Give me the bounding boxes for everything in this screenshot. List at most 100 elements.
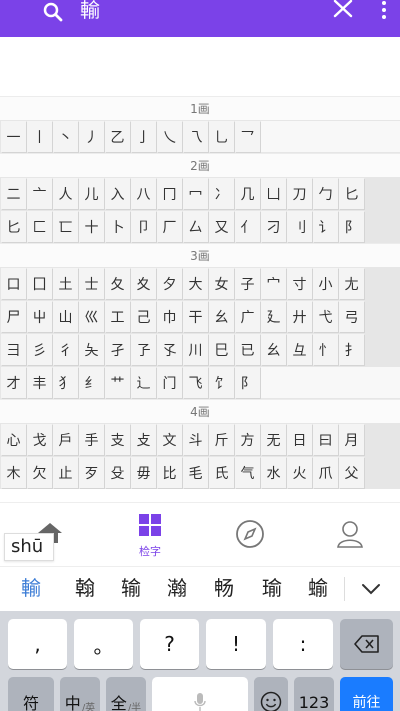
radical-cell[interactable]: 火 <box>287 457 312 488</box>
radical-cell[interactable]: 日 <box>287 424 312 455</box>
radical-cell[interactable]: 欠 <box>27 457 52 488</box>
radical-cell[interactable]: 忄 <box>313 334 338 365</box>
radical-cell[interactable]: 丰 <box>27 367 52 398</box>
radical-cell[interactable]: 尢 <box>339 268 364 299</box>
radical-cell[interactable]: 屮 <box>27 301 52 332</box>
radical-cell[interactable]: 尸 <box>1 301 26 332</box>
candidate-item[interactable]: 瀚 <box>155 575 199 601</box>
radical-cell[interactable]: 孑 <box>105 334 130 365</box>
radical-cell[interactable]: 卜 <box>105 211 130 242</box>
radical-cell[interactable]: 一 <box>1 121 26 152</box>
radical-cell[interactable]: 无 <box>261 424 286 455</box>
radical-cell[interactable]: 工 <box>105 301 130 332</box>
radical-cell[interactable]: 讠 <box>313 211 338 242</box>
radical-cell[interactable]: 阝 <box>235 367 260 398</box>
radical-cell[interactable]: 冫 <box>209 178 234 209</box>
radical-cell[interactable]: 又 <box>209 211 234 242</box>
candidate-item[interactable]: 瑜 <box>250 575 294 601</box>
radical-cell[interactable]: 干 <box>183 301 208 332</box>
radical-cell[interactable]: 囗 <box>27 268 52 299</box>
radical-cell[interactable]: 彐 <box>1 334 26 365</box>
nav-discover[interactable] <box>200 503 300 567</box>
radical-cell[interactable]: 戶 <box>53 424 78 455</box>
radical-cell[interactable]: 手 <box>79 424 104 455</box>
radical-cell[interactable]: 彳 <box>53 334 78 365</box>
radical-cell[interactable]: 斗 <box>183 424 208 455</box>
radical-cell[interactable]: 土 <box>53 268 78 299</box>
candidate-item[interactable]: 畅 <box>202 575 246 601</box>
radical-cell[interactable]: 二 <box>1 178 26 209</box>
radical-cell[interactable]: 孒 <box>131 334 156 365</box>
radical-cell[interactable]: 夊 <box>131 268 156 299</box>
candidate-item[interactable]: 输 <box>109 575 153 601</box>
radical-cell[interactable]: 川 <box>183 334 208 365</box>
radical-cell[interactable]: 飞 <box>183 367 208 398</box>
nav-radical-search[interactable]: 检字 <box>100 503 200 567</box>
radical-cell[interactable]: 毛 <box>183 457 208 488</box>
radical-cell[interactable]: 刁 <box>261 211 286 242</box>
key-colon[interactable]: : <box>273 619 333 669</box>
radical-cell[interactable]: 山 <box>53 301 78 332</box>
radical-cell[interactable]: 月 <box>339 424 364 455</box>
radical-cell[interactable]: 大 <box>183 268 208 299</box>
radical-cell[interactable]: 子 <box>235 268 260 299</box>
radical-cell[interactable]: 攴 <box>131 424 156 455</box>
radical-cell[interactable]: 八 <box>131 178 156 209</box>
candidate-item[interactable]: 翰 <box>63 575 107 601</box>
radical-cell[interactable]: 门 <box>157 367 182 398</box>
radical-cell[interactable]: 匕 <box>339 178 364 209</box>
radical-cell[interactable]: 小 <box>313 268 338 299</box>
radical-cell[interactable]: 女 <box>209 268 234 299</box>
radical-cell[interactable]: 己 <box>131 301 156 332</box>
radical-cell[interactable]: 夕 <box>157 268 182 299</box>
radical-cell[interactable]: 匚 <box>27 211 52 242</box>
radical-cell[interactable]: 厶 <box>183 211 208 242</box>
radical-cell[interactable]: 比 <box>157 457 182 488</box>
radical-cell[interactable]: 口 <box>1 268 26 299</box>
key-period[interactable]: 。 <box>74 619 133 669</box>
radical-cell[interactable]: 歹 <box>79 457 104 488</box>
radical-cell[interactable]: 支 <box>105 424 130 455</box>
key-emoji[interactable] <box>254 677 288 711</box>
radical-cell[interactable]: 父 <box>339 457 364 488</box>
radical-cell[interactable]: 凵 <box>261 178 286 209</box>
chevron-down-icon[interactable] <box>360 579 382 599</box>
search-query[interactable]: 輸 <box>80 0 100 21</box>
radical-cell[interactable]: 毋 <box>131 457 156 488</box>
close-icon[interactable] <box>332 0 354 18</box>
radical-cell[interactable]: 止 <box>53 457 78 488</box>
radical-cell[interactable]: 匸 <box>53 211 78 242</box>
more-vertical-icon[interactable] <box>378 0 390 20</box>
radical-cell[interactable]: 勹 <box>313 178 338 209</box>
backspace-key[interactable] <box>340 619 393 669</box>
radical-cell[interactable]: 扌 <box>339 334 364 365</box>
radical-cell[interactable]: 廴 <box>261 301 286 332</box>
radical-cell[interactable]: 弋 <box>313 301 338 332</box>
candidate-item[interactable]: 蝓 <box>296 575 340 601</box>
key-numbers[interactable]: 123 <box>294 677 334 711</box>
radical-cell[interactable]: 丿 <box>79 121 104 152</box>
radical-cell[interactable]: 爪 <box>313 457 338 488</box>
radical-cell[interactable]: 几 <box>235 178 260 209</box>
radical-cell[interactable]: 乚 <box>209 121 234 152</box>
radical-cell[interactable]: 艹 <box>105 367 130 398</box>
search-icon[interactable] <box>42 2 66 22</box>
radical-cell[interactable]: 人 <box>53 178 78 209</box>
radical-cell[interactable]: 阝 <box>339 211 364 242</box>
radical-cell[interactable]: 乙 <box>105 121 130 152</box>
key-exclamation[interactable]: ! <box>206 619 266 669</box>
radical-cell[interactable]: 气 <box>235 457 260 488</box>
radical-cell[interactable]: 木 <box>1 457 26 488</box>
radical-cell[interactable]: 犭 <box>53 367 78 398</box>
key-space-voice[interactable] <box>152 677 248 711</box>
radical-cell[interactable]: 才 <box>1 367 26 398</box>
radical-cell[interactable]: 夂 <box>105 268 130 299</box>
radical-cell[interactable]: 巾 <box>157 301 182 332</box>
key-symbols[interactable]: 符 <box>8 677 54 711</box>
radical-cell[interactable]: 刂 <box>287 211 312 242</box>
radical-cell[interactable]: 辶 <box>131 367 156 398</box>
radical-cell[interactable]: 冖 <box>183 178 208 209</box>
radical-cell[interactable]: 冂 <box>157 178 182 209</box>
radical-cell[interactable]: 曰 <box>313 424 338 455</box>
radical-cell[interactable]: 纟 <box>79 367 104 398</box>
